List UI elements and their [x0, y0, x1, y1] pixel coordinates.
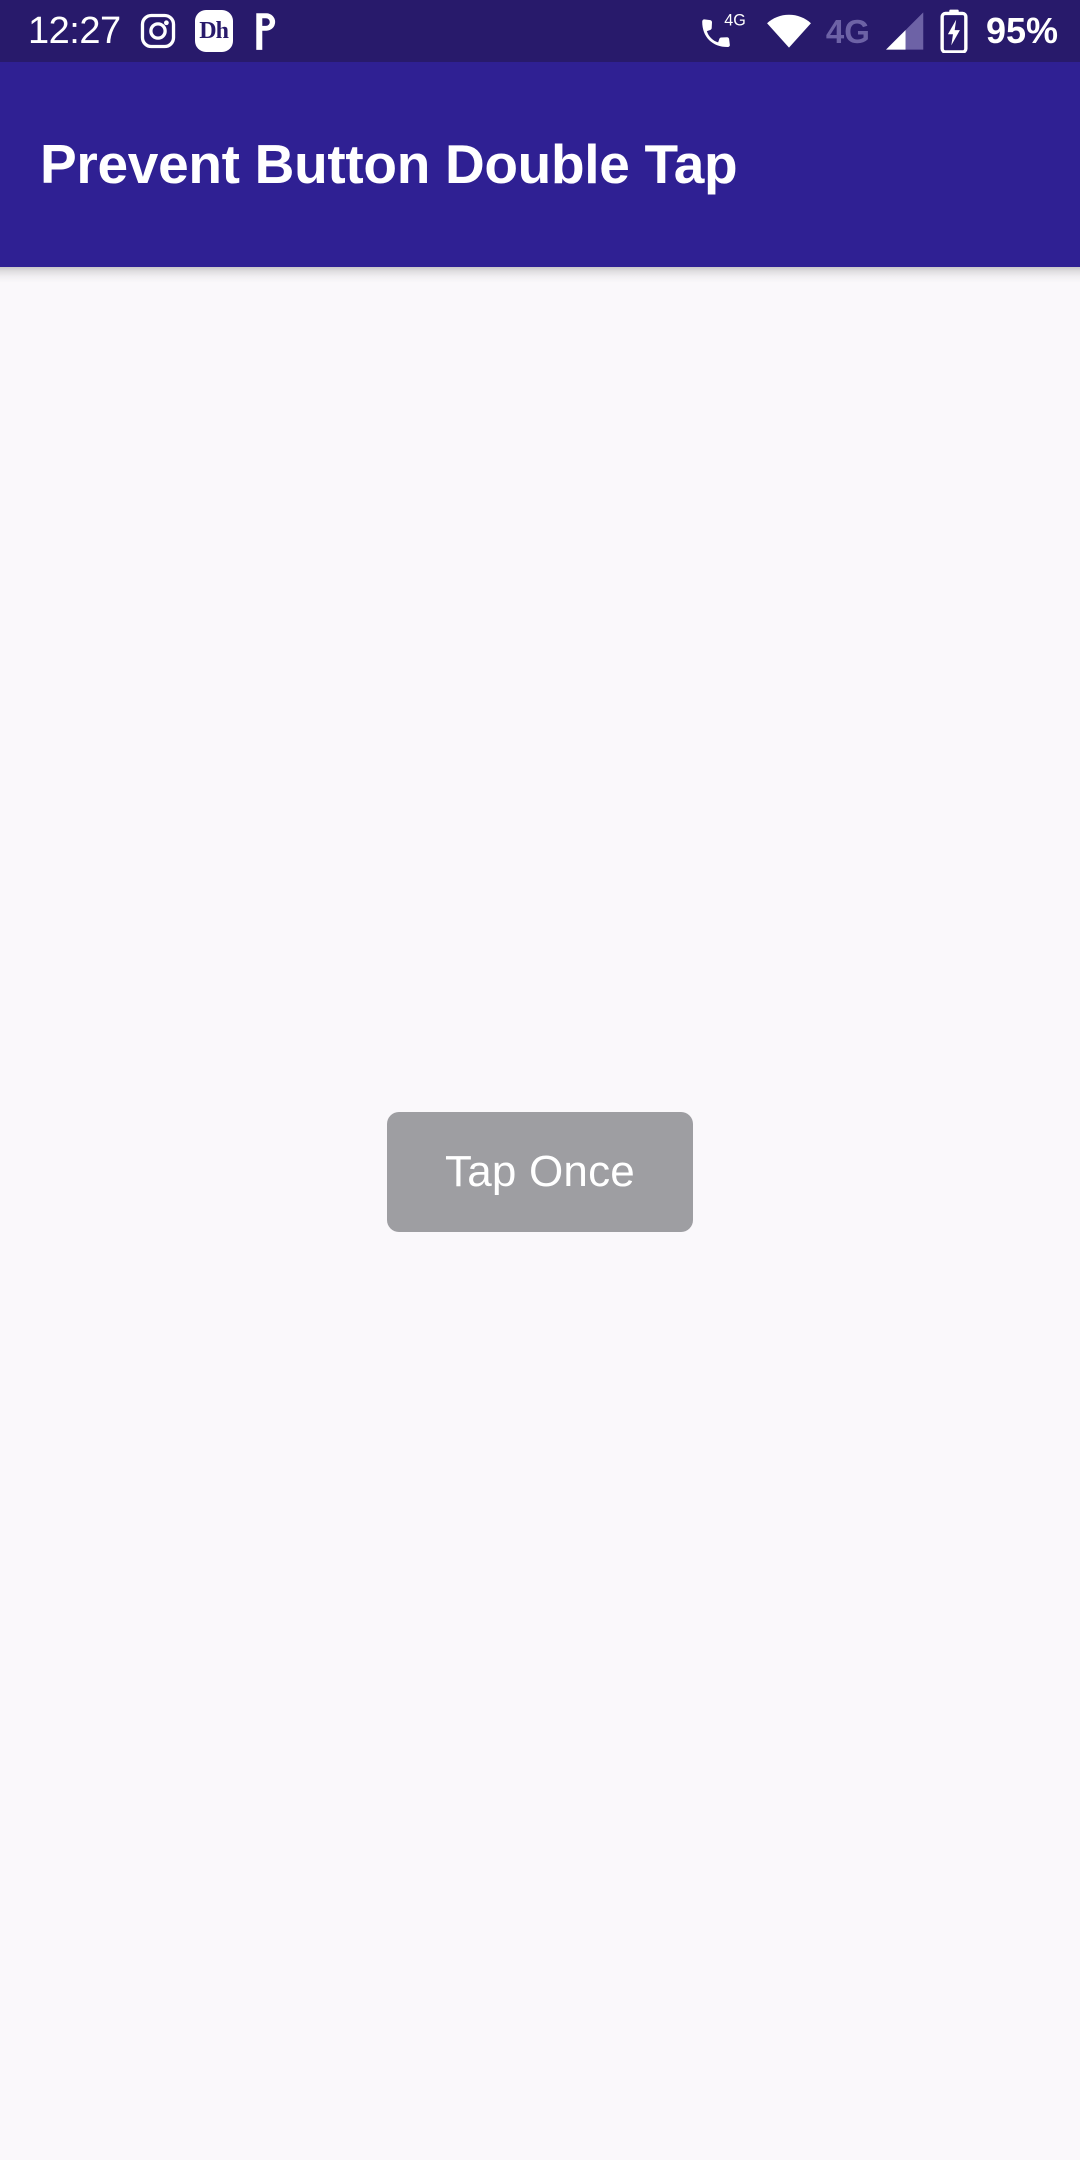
volte-phone-4g-icon: 4G	[698, 11, 752, 51]
instagram-icon	[139, 12, 177, 50]
status-bar-left: 12:27 Dh	[28, 10, 281, 52]
status-bar-right: 4G 4G 95%	[698, 9, 1058, 54]
battery-charging-icon	[940, 9, 968, 54]
disney-hotstar-icon: Dh	[194, 10, 233, 52]
phonepe-icon	[251, 11, 281, 51]
battery-percent-label: 95%	[985, 10, 1058, 51]
tap-once-button[interactable]: Tap Once	[387, 1111, 693, 1232]
status-bar-clock: 12:27	[28, 10, 121, 52]
mobile-signal-icon	[884, 11, 926, 51]
status-bar[interactable]: 12:27 Dh 4G 4G 95%	[0, 0, 1080, 62]
app-screen: 12:27 Dh 4G 4G 95% Prevent Button Double…	[0, 0, 1080, 2160]
disney-hotstar-icon-label: Dh	[199, 18, 229, 44]
app-bar: Prevent Button Double Tap	[0, 62, 1080, 283]
network-type-label: 4G	[825, 12, 870, 50]
main-content: Tap Once	[0, 267, 1080, 2160]
wifi-icon	[766, 13, 812, 49]
svg-text:4G: 4G	[724, 11, 746, 29]
page-title: Prevent Button Double Tap	[40, 133, 738, 196]
